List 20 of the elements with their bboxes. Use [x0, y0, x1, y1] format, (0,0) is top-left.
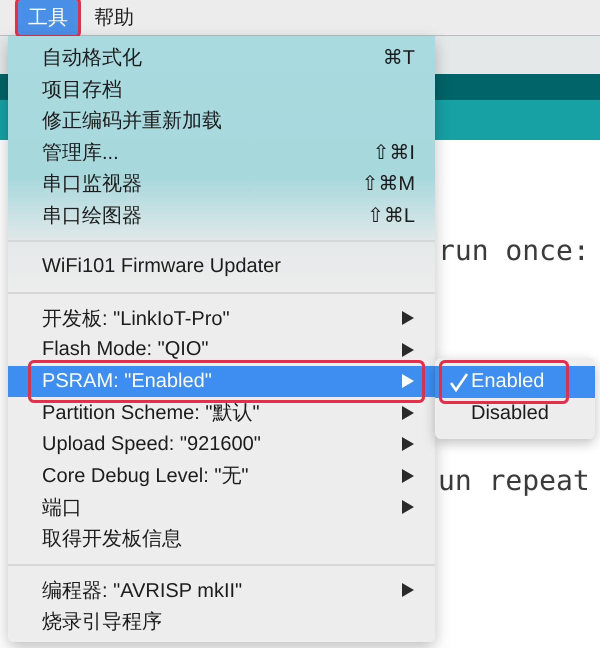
menu-item[interactable]: 取得开发板信息 [8, 523, 435, 554]
submenu-item[interactable]: Disabled [435, 398, 595, 429]
menu-item[interactable]: Flash Mode: "QIO" [8, 334, 435, 366]
menu-title[interactable]: 帮助 [84, 0, 144, 35]
menu-item[interactable]: 项目存档 [8, 74, 435, 105]
menu-item[interactable]: 开发板: "LinkIoT-Pro" [8, 302, 435, 334]
menu-item[interactable]: 自动格式化 ⌘T [8, 42, 435, 74]
menu-item[interactable]: 管理库... ⇧⌘I [8, 136, 435, 168]
menu-item[interactable]: 端口 [8, 492, 435, 523]
menu-item[interactable]: WiFi101 Firmware Updater [8, 251, 435, 282]
menu-item[interactable]: Core Debug Level: "无" [8, 460, 435, 492]
code-text: un repeat [438, 464, 590, 496]
code-text: run once: [438, 234, 590, 266]
menu-item[interactable]: Upload Speed: "921600" [8, 428, 435, 460]
menu-item[interactable]: Partition Scheme: "默认" [8, 397, 435, 428]
menu-item[interactable]: 编程器: "AVRISP mkII" [8, 574, 435, 606]
menu-item[interactable]: 串口监视器 ⇧⌘M [8, 168, 435, 200]
menu-item[interactable]: 串口绘图器 ⇧⌘L [8, 200, 435, 231]
menu-item[interactable]: 烧录引导程序 [8, 606, 435, 638]
menu-item[interactable]: 修正编码并重新加载 [8, 105, 435, 136]
